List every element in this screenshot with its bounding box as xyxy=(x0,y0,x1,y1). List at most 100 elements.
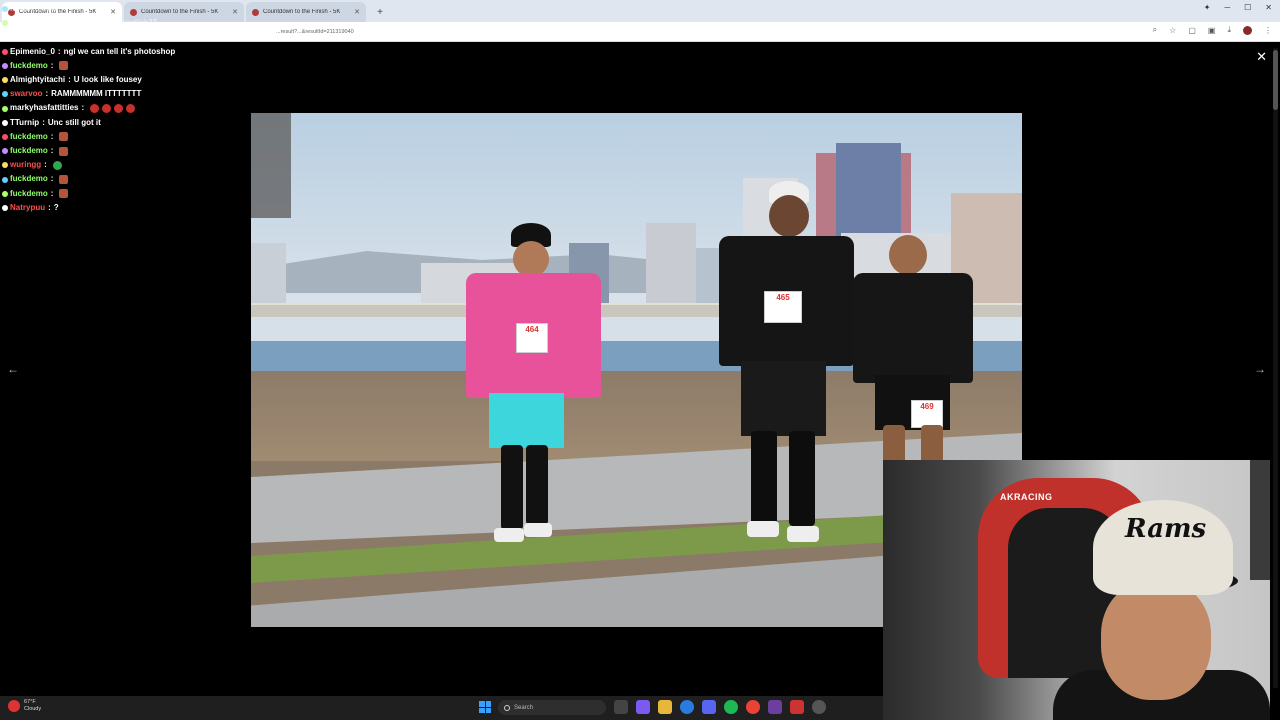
new-tab-icon[interactable]: + xyxy=(372,4,388,20)
chat-text: were u thinking about ur discord in the … xyxy=(57,32,244,42)
chat-message: Natrypuu:? xyxy=(2,201,252,215)
runner-bib: 464 xyxy=(516,323,548,353)
close-viewer-icon[interactable]: ✕ xyxy=(1256,49,1267,65)
chat-message: aaronrose: were u thinking about ur disco… xyxy=(2,30,252,44)
chat-username[interactable]: fuckdemo xyxy=(10,59,48,73)
chat-username[interactable]: Epimenio_0 xyxy=(10,45,55,59)
chat-badge-icon xyxy=(2,6,8,13)
chat-message: swarvoo: RAMMMMMM ITTTTTTT xyxy=(2,87,252,101)
chat-username[interactable]: fuckdemo xyxy=(10,172,48,186)
window-controls: ✦ ─ ☐ ✕ xyxy=(1204,3,1272,12)
chat-text: @mmmfoods whiteboytick22 xyxy=(46,18,158,28)
chat-emote-icon xyxy=(59,61,69,71)
chat-username[interactable]: Almightyitachi xyxy=(10,73,65,87)
sidepanel-icon[interactable]: ▣ xyxy=(1208,26,1216,35)
settings-icon[interactable] xyxy=(812,700,826,714)
edge-icon[interactable] xyxy=(680,700,694,714)
scrollbar-track[interactable] xyxy=(1273,48,1278,688)
chat-message: wuringg: xyxy=(2,158,252,172)
streamer-cap: Rams xyxy=(1093,500,1233,595)
weather-widget[interactable]: 67°F Cloudy xyxy=(8,699,41,713)
chat-username[interactable]: aaronrose xyxy=(10,30,49,44)
scrollbar-thumb[interactable] xyxy=(1273,50,1278,110)
task-view-icon[interactable] xyxy=(614,700,628,714)
shelf xyxy=(1250,460,1270,580)
chat-username[interactable]: Italian xyxy=(10,2,33,16)
extension-icon[interactable]: ✦ xyxy=(1204,3,1211,12)
chat-text: LOL xyxy=(41,4,58,13)
chat-username[interactable]: Natrypuu xyxy=(10,201,45,215)
extensions-icon[interactable]: ▢ xyxy=(1188,26,1196,35)
taskbar-apps xyxy=(614,700,826,714)
address-bar-icons: ⌕ ☆ ▢ ▣ ⤓ ⋮ xyxy=(1153,25,1272,35)
next-arrow-icon[interactable]: → xyxy=(1254,362,1266,376)
chat-badge-icon xyxy=(2,190,8,197)
maximize-icon[interactable]: ☐ xyxy=(1244,3,1251,12)
chat-message: TTurnip: Unc still got it xyxy=(2,116,252,130)
profile-avatar[interactable] xyxy=(1243,25,1252,35)
thumbnail-strip[interactable] xyxy=(251,113,291,218)
discord-icon[interactable] xyxy=(702,700,716,714)
runner-bib: 469 xyxy=(911,400,943,428)
weather-desc: Cloudy xyxy=(24,706,42,712)
chat-text: ngl we can tell it's photoshop xyxy=(63,46,176,56)
chat-emote-icon xyxy=(102,104,112,114)
browser-tab[interactable]: Countdown to the Finish - 5K ✕ xyxy=(246,2,366,22)
chat-badge-icon xyxy=(2,91,8,98)
chrome-icon[interactable] xyxy=(746,700,760,714)
chat-emote-icon xyxy=(126,104,136,114)
chat-username[interactable]: wuringg xyxy=(10,158,41,172)
chat-username[interactable]: fuckdemo xyxy=(10,130,48,144)
zoom-icon[interactable]: ⌕ xyxy=(1153,25,1157,35)
chat-badge-icon xyxy=(2,34,8,41)
chat-message: fuckdemo: xyxy=(2,59,252,73)
chat-text: RAMMMMMM ITTTTTTT xyxy=(51,89,142,99)
app-icon[interactable] xyxy=(790,700,804,714)
chat-text: U look like fousey xyxy=(73,75,142,85)
weather-temp: 67°F xyxy=(24,699,36,705)
screen: Countdown to the Finish - 5K ✕ Countdown… xyxy=(0,0,1280,720)
chat-message: Epimenio_0: ngl we can tell it's photosho… xyxy=(2,45,252,59)
weather-icon xyxy=(8,700,20,712)
tab-close-icon[interactable]: ✕ xyxy=(354,8,360,16)
close-window-icon[interactable]: ✕ xyxy=(1265,3,1272,12)
chat-overlay: Italian: LOL lurck22: @mmmfoods whiteboytic… xyxy=(2,2,252,215)
chat-badge-icon xyxy=(2,133,8,140)
chat-username[interactable]: fuckdemo xyxy=(10,187,48,201)
chat-badge-icon xyxy=(2,204,8,211)
chat-message: fuckdemo: xyxy=(2,187,252,201)
taskbar: 67°F Cloudy Search xyxy=(0,696,883,720)
obs-icon[interactable] xyxy=(768,700,782,714)
spotify-icon[interactable] xyxy=(724,700,738,714)
chat-message: markyhasfattitties: xyxy=(2,101,252,115)
runner-pink-hoodie: 464 xyxy=(456,223,606,553)
prev-arrow-icon[interactable]: ← xyxy=(7,362,19,376)
chat-username[interactable]: lurck22 xyxy=(10,16,38,30)
chat-emote-icon xyxy=(52,160,62,170)
chat-message: Almightyitachi: U look like fousey xyxy=(2,73,252,87)
chat-emote-icon xyxy=(90,104,100,114)
chat-username[interactable]: markyhasfattitties xyxy=(10,101,78,115)
minimize-icon[interactable]: ─ xyxy=(1224,3,1230,12)
search-icon xyxy=(504,704,510,711)
chat-badge-icon xyxy=(2,148,8,155)
chat-message: fuckdemo: xyxy=(2,172,252,186)
cap-logo-text: Rams xyxy=(1125,514,1207,544)
chat-emote-icon xyxy=(59,132,69,142)
chat-username[interactable]: TTurnip xyxy=(10,116,39,130)
search-placeholder: Search xyxy=(514,704,534,711)
downloads-icon[interactable]: ⤓ xyxy=(1227,25,1231,35)
taskbar-search[interactable]: Search xyxy=(498,700,606,715)
windows-start-icon[interactable] xyxy=(479,701,491,713)
bookmark-star-icon[interactable]: ☆ xyxy=(1169,26,1176,35)
chat-emote-icon xyxy=(59,189,69,199)
file-explorer-icon[interactable] xyxy=(658,700,672,714)
copilot-icon[interactable] xyxy=(636,700,650,714)
menu-kebab-icon[interactable]: ⋮ xyxy=(1264,26,1272,35)
chat-username[interactable]: fuckdemo xyxy=(10,144,48,158)
chat-message: fuckdemo: xyxy=(2,144,252,158)
chat-username[interactable]: swarvoo xyxy=(10,87,42,101)
chat-text: Unc still got it xyxy=(47,117,101,127)
streamer-face xyxy=(1101,580,1211,700)
runner-bib: 465 xyxy=(764,291,802,323)
